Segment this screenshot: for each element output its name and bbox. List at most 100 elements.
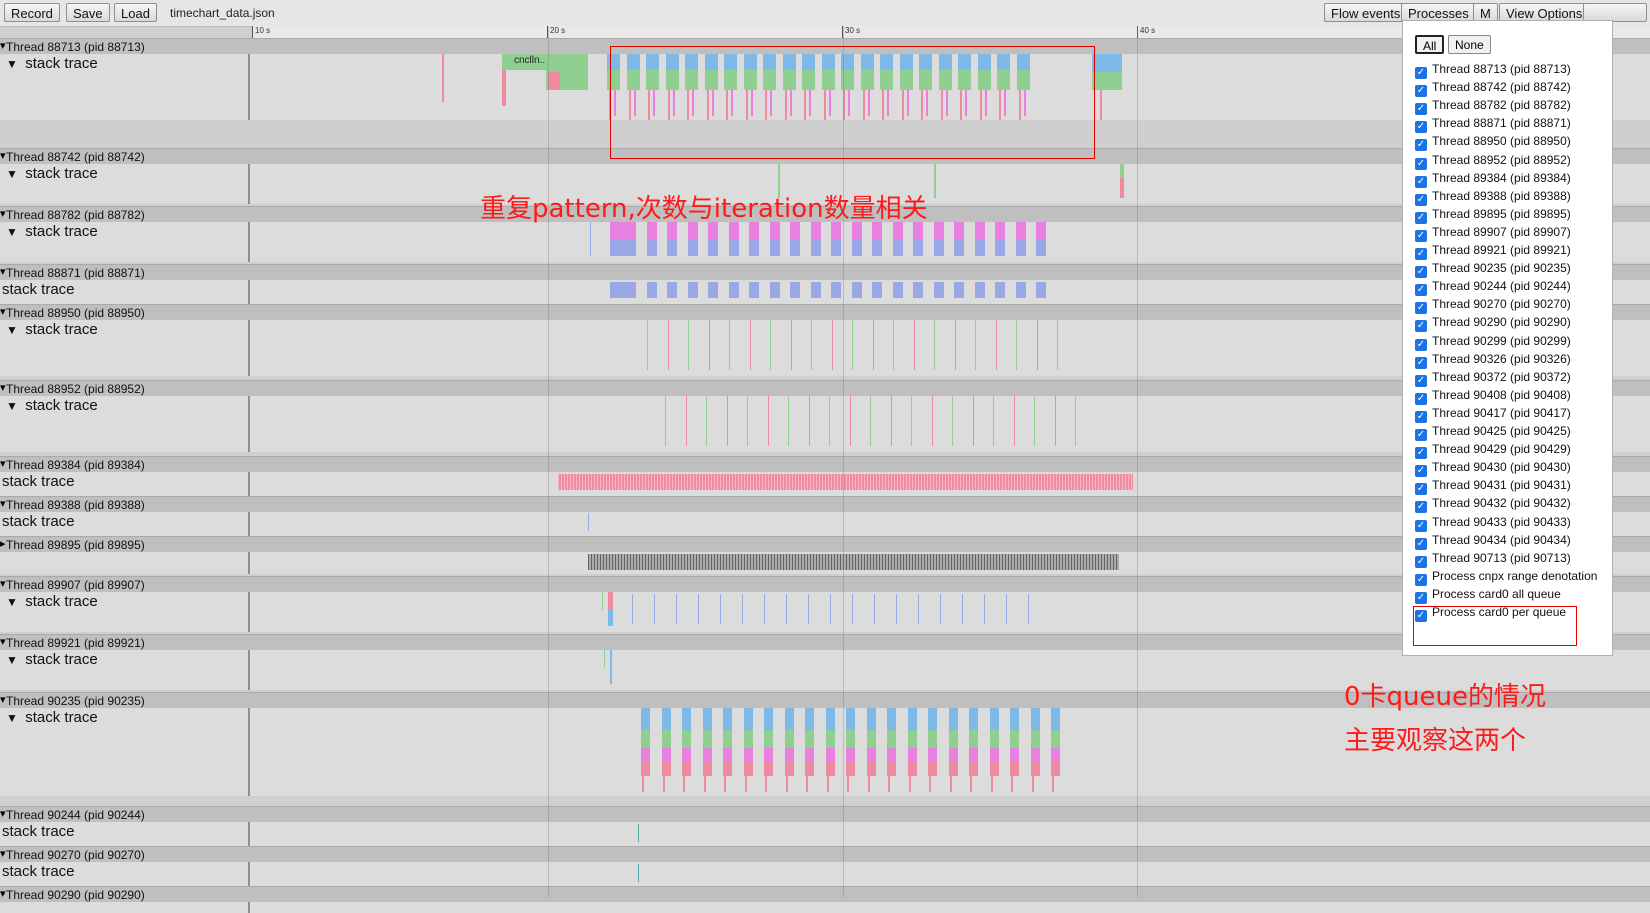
checkbox-icon[interactable]: ✓ <box>1415 392 1427 405</box>
checkbox-icon[interactable]: ✓ <box>1415 465 1427 478</box>
trace-slice[interactable] <box>852 320 853 370</box>
checkbox-icon[interactable]: ✓ <box>1415 67 1427 79</box>
collapse-arrow-icon[interactable]: ▾ <box>0 265 6 278</box>
trace-slice[interactable] <box>802 54 815 70</box>
trace-slice[interactable] <box>989 730 999 748</box>
collapse-arrow-icon[interactable]: ▼ <box>6 595 21 609</box>
process-toggle-item[interactable]: ✓ Thread 90270 (pid 90270) <box>1415 297 1571 315</box>
trace-slice[interactable] <box>1057 320 1058 370</box>
checkbox-icon[interactable]: ✓ <box>1415 338 1427 351</box>
checkbox-icon[interactable]: ✓ <box>1415 85 1427 98</box>
trace-slice[interactable] <box>1075 396 1076 446</box>
process-toggle-item[interactable]: ✓ Thread 90290 (pid 90290) <box>1415 315 1571 333</box>
trace-slice[interactable] <box>888 776 890 792</box>
trace-slice[interactable] <box>962 594 963 624</box>
trace-slice[interactable] <box>610 282 636 298</box>
trace-slice[interactable] <box>811 320 812 370</box>
trace-slice[interactable] <box>653 90 655 116</box>
trace-slice[interactable] <box>919 54 932 70</box>
trace-slice[interactable] <box>831 282 841 298</box>
collapse-arrow-icon[interactable]: ▼ <box>6 323 21 337</box>
collapse-arrow-icon[interactable]: ▾ <box>0 207 6 220</box>
trace-slice[interactable] <box>933 240 944 256</box>
trace-slice[interactable] <box>588 513 589 531</box>
collapse-arrow-icon[interactable]: ▾ <box>0 149 6 162</box>
trace-slice[interactable] <box>682 708 691 730</box>
trace-slice[interactable] <box>703 776 706 792</box>
trace-slice[interactable] <box>828 90 831 116</box>
trace-slice[interactable] <box>1015 222 1026 240</box>
trace-slice[interactable] <box>782 54 796 70</box>
trace-slice[interactable] <box>667 320 669 370</box>
checkbox-icon[interactable]: ✓ <box>1415 266 1427 279</box>
checkbox-icon[interactable]: ✓ <box>1415 374 1427 387</box>
trace-slice[interactable] <box>846 762 855 776</box>
trace-slice[interactable] <box>1100 90 1102 120</box>
thread-track[interactable]: stack trace <box>0 822 1650 846</box>
trace-slice[interactable] <box>860 70 874 90</box>
trace-slice[interactable] <box>1092 72 1122 90</box>
collapse-arrow-icon[interactable]: ▾ <box>0 847 6 860</box>
trace-slice[interactable] <box>784 90 787 120</box>
process-toggle-item[interactable]: ✓ Thread 88782 (pid 88782) <box>1415 98 1571 116</box>
trace-slice[interactable] <box>672 90 675 116</box>
trace-slice[interactable] <box>851 282 862 298</box>
trace-slice[interactable] <box>788 396 789 446</box>
trace-slice[interactable] <box>608 610 613 626</box>
trace-slice[interactable] <box>1018 90 1021 120</box>
trace-slice[interactable] <box>711 90 714 116</box>
trace-slice[interactable] <box>867 776 870 792</box>
trace-slice[interactable] <box>667 90 670 120</box>
trace-slice[interactable] <box>969 730 978 748</box>
trace-slice[interactable] <box>614 90 616 116</box>
trace-slice[interactable] <box>685 70 698 90</box>
select-none-button[interactable]: None <box>1448 35 1491 54</box>
collapse-arrow-icon[interactable]: ▾ <box>0 305 6 318</box>
collapse-arrow-icon[interactable]: ▾ <box>0 381 6 394</box>
trace-slice[interactable] <box>1030 708 1040 730</box>
trace-slice[interactable] <box>958 70 971 90</box>
trace-slice[interactable] <box>887 90 889 116</box>
trace-slice[interactable] <box>763 70 776 90</box>
collapse-arrow-icon[interactable]: ▼ <box>6 225 21 239</box>
trace-slice[interactable] <box>638 864 639 882</box>
checkbox-icon[interactable]: ✓ <box>1415 248 1427 260</box>
trace-slice[interactable] <box>743 762 753 776</box>
trace-slice[interactable] <box>999 90 1001 120</box>
process-toggle-item[interactable]: ✓ Thread 90372 (pid 90372) <box>1415 370 1571 388</box>
trace-slice[interactable] <box>887 762 896 776</box>
trace-slice[interactable] <box>906 90 909 116</box>
trace-slice[interactable] <box>1004 90 1006 116</box>
trace-slice[interactable] <box>1092 54 1122 72</box>
trace-slice[interactable] <box>907 762 917 776</box>
trace-slice[interactable] <box>892 282 903 298</box>
trace-slice[interactable] <box>1051 748 1060 762</box>
record-button[interactable]: Record <box>4 3 60 22</box>
process-toggle-item[interactable]: ✓ Thread 88871 (pid 88871) <box>1415 116 1571 134</box>
trace-slice[interactable] <box>1036 222 1046 240</box>
trace-slice[interactable] <box>633 90 636 116</box>
trace-slice[interactable] <box>874 594 875 624</box>
trace-slice[interactable] <box>726 396 728 446</box>
collapse-arrow-icon[interactable]: ▾ <box>0 577 6 590</box>
trace-slice[interactable] <box>747 396 748 446</box>
process-toggle-item[interactable]: ✓ Thread 90434 (pid 90434) <box>1415 533 1571 551</box>
trace-slice[interactable] <box>687 240 698 256</box>
trace-slice[interactable] <box>726 90 728 120</box>
thread-track[interactable] <box>0 902 1650 913</box>
trace-slice[interactable] <box>1015 240 1026 256</box>
trace-slice[interactable] <box>641 748 650 762</box>
trace-slice[interactable] <box>724 54 737 70</box>
checkbox-icon[interactable]: ✓ <box>1415 573 1427 586</box>
checkbox-icon[interactable]: ✓ <box>1415 429 1427 441</box>
trace-slice[interactable] <box>821 54 835 70</box>
process-toggle-item[interactable]: ✓ Thread 89388 (pid 89388) <box>1415 189 1571 207</box>
trace-slice[interactable] <box>607 70 620 90</box>
thread-header[interactable]: Thread 90290 (pid 90290) ▾ <box>0 886 1650 902</box>
select-all-button[interactable]: All <box>1415 35 1445 54</box>
trace-slice[interactable] <box>948 762 958 776</box>
trace-slice[interactable] <box>704 54 718 70</box>
track-plot-area[interactable] <box>252 862 1650 886</box>
trace-slice[interactable] <box>975 320 976 370</box>
trace-slice[interactable] <box>706 396 707 446</box>
